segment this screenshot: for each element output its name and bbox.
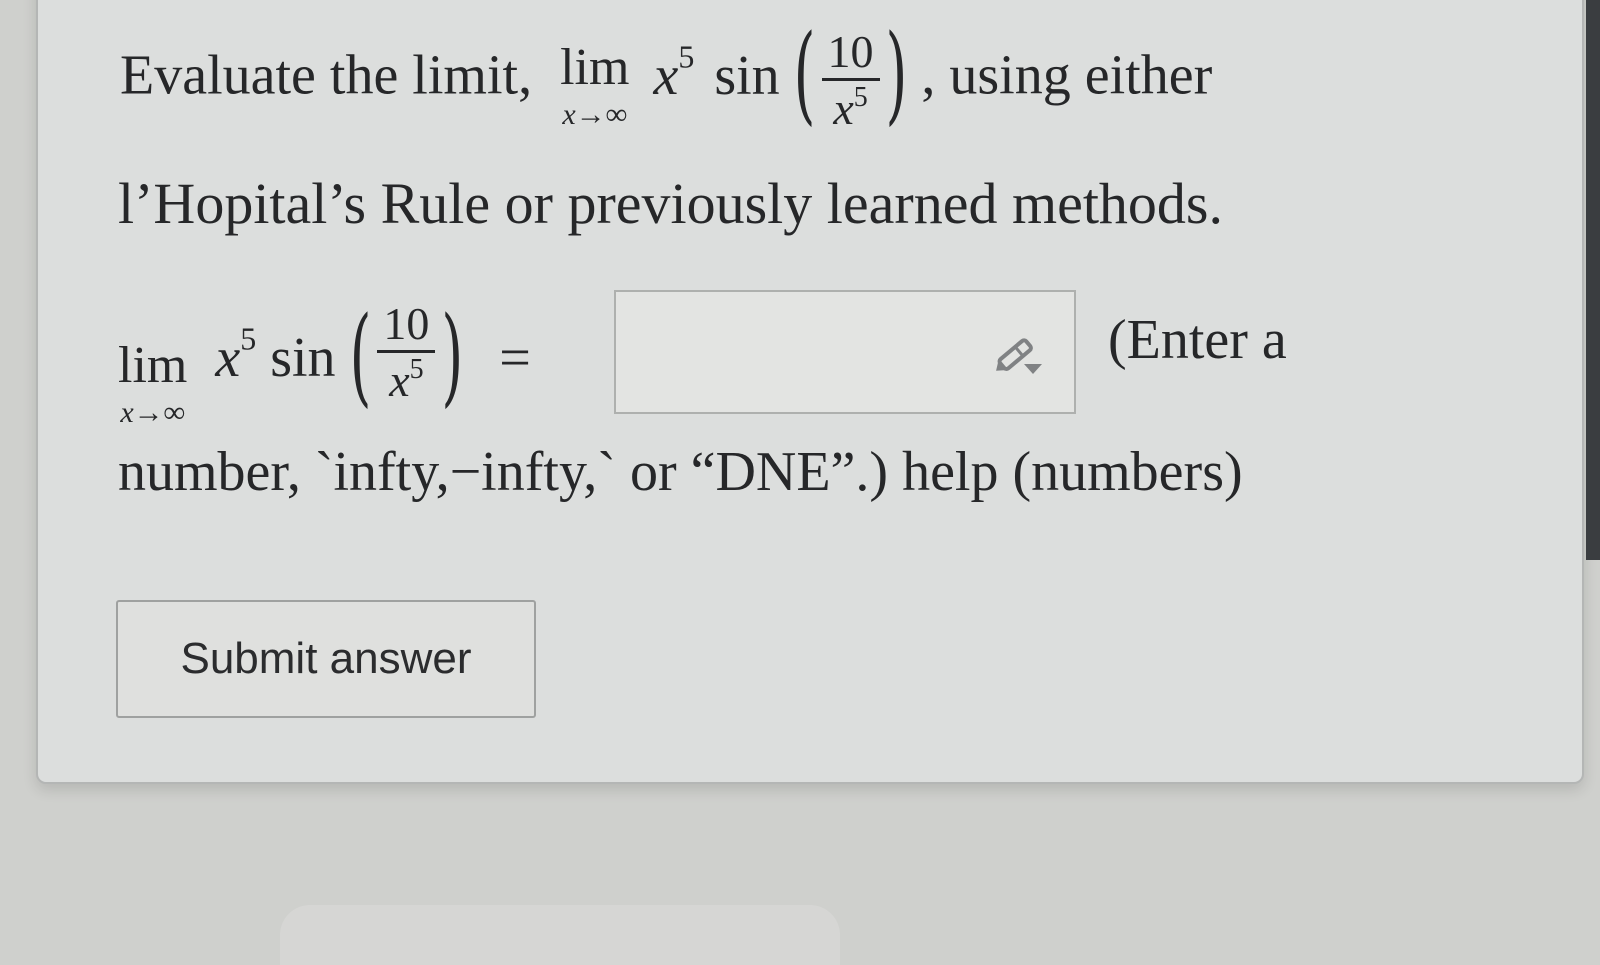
question-line-2: l’Hopital’s Rule or previously learned m… (118, 170, 1223, 237)
exponent-answer: 5 (240, 320, 257, 357)
base-variable: x (653, 44, 679, 107)
sin-func-answer: sin (270, 326, 336, 389)
question-after: , using either (921, 44, 1213, 107)
hint-text-2: number, `infty,−infty,` or “DNE”.) (118, 441, 889, 503)
lim-subscript: x→∞ (562, 98, 628, 131)
limit-operator: lim x→∞ (560, 28, 629, 130)
exponent: 5 (678, 38, 695, 75)
equals-sign: = (499, 326, 531, 389)
help-numbers-link[interactable]: help (numbers) (902, 441, 1243, 503)
fraction: 10 x5 (821, 27, 880, 135)
fraction-denominator: x5 (833, 82, 868, 135)
right-paren: ) (885, 13, 908, 137)
answer-hint-1: (Enter a (1108, 308, 1287, 372)
question-line-1: Evaluate the limit, lim x→∞ x5 sin (10 x5… (120, 13, 1213, 137)
sin-func: sin (714, 44, 780, 107)
lim-subscript-answer: x→∞ (120, 396, 186, 429)
answer-hint-2: number, `infty,−infty,` or “DNE”.) help … (118, 440, 1243, 504)
answer-expression: lim x→∞ x5 sin (10 x5) = (118, 295, 531, 428)
question-intro: Evaluate the limit, (120, 44, 533, 107)
lim-word-answer: lim (118, 337, 188, 394)
base-variable-answer: x (215, 326, 241, 389)
background-shape (280, 905, 840, 965)
left-paren: ( (793, 13, 816, 137)
hint-text-1: (Enter a (1108, 309, 1287, 371)
limit-operator-answer: lim x→∞ (118, 300, 187, 428)
fraction-denominator-answer: x5 (389, 354, 424, 407)
fraction-numerator-answer: 10 (377, 299, 436, 354)
pencil-icon[interactable] (990, 330, 1050, 378)
lim-word: lim (560, 39, 630, 96)
fraction-answer: 10 x5 (377, 299, 436, 407)
right-paren-answer: ) (441, 295, 464, 419)
fraction-numerator: 10 (821, 27, 880, 82)
submit-answer-button[interactable]: Submit answer (116, 600, 536, 718)
question-line2-text: l’Hopital’s Rule or previously learned m… (118, 171, 1224, 236)
screen-edge (1586, 0, 1600, 560)
left-paren-answer: ( (349, 295, 372, 419)
